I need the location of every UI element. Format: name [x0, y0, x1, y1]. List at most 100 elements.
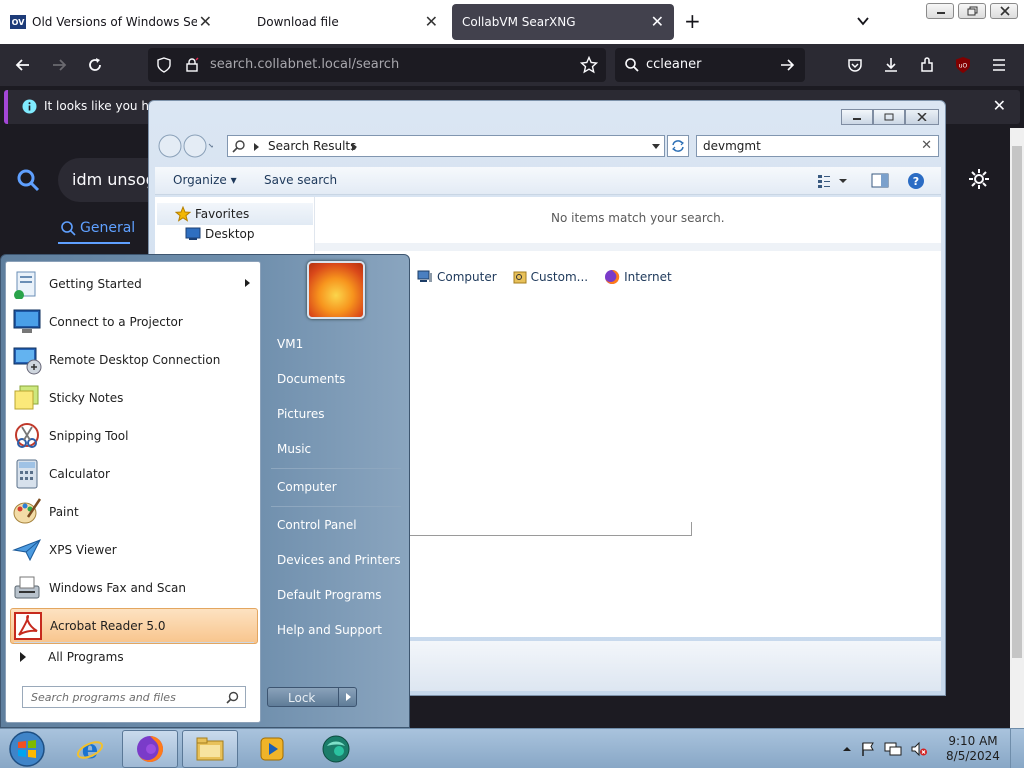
svg-text:?: ? [913, 175, 919, 188]
program-calculator[interactable]: Calculator [10, 456, 258, 492]
browser-tab-bar: OV Old Versions of Windows Secur ✕ Downl… [0, 0, 1024, 44]
maximize-button[interactable] [873, 109, 905, 125]
back-forward-buttons[interactable] [157, 133, 213, 159]
start-right-documents[interactable]: Documents [277, 372, 345, 386]
view-options-icon[interactable] [817, 173, 847, 189]
window-close-button[interactable] [905, 109, 939, 125]
breadcrumb-arrow-icon[interactable] [352, 143, 358, 151]
tab-old-versions[interactable]: OV Old Versions of Windows Secur ✕ [0, 4, 222, 40]
show-hidden-icons-icon[interactable] [842, 744, 852, 754]
explorer-search-input[interactable]: devmgmt ✕ [696, 135, 939, 157]
submenu-arrow-icon[interactable] [245, 279, 250, 287]
preview-pane-icon[interactable] [871, 173, 889, 189]
program-xps-viewer[interactable]: XPS Viewer [10, 532, 258, 568]
lock-icon[interactable] [184, 57, 200, 73]
start-right-pictures[interactable]: Pictures [277, 407, 325, 421]
program-paint[interactable]: Paint [10, 494, 258, 530]
notification-text: It looks like you hav [44, 99, 164, 113]
user-picture-flower[interactable] [307, 261, 365, 319]
program-label: Getting Started [49, 277, 142, 291]
taskbar-app-globe[interactable] [308, 730, 364, 768]
tab-download-file[interactable]: Download file ✕ [224, 4, 448, 40]
url-bar[interactable]: search.collabnet.local/search [148, 48, 606, 82]
program-snipping-tool[interactable]: Snipping Tool [10, 418, 258, 454]
forward-arrow-icon[interactable] [50, 56, 68, 74]
close-icon[interactable]: ✕ [425, 14, 438, 30]
close-icon[interactable]: ✕ [199, 14, 212, 30]
start-right-control-panel[interactable]: Control Panel [277, 518, 357, 532]
program-remote-desktop[interactable]: Remote Desktop Connection [10, 342, 258, 378]
taskbar-internet-explorer[interactable]: e [62, 730, 118, 768]
ublock-icon[interactable]: uO [954, 56, 972, 74]
page-scrollbar[interactable] [1010, 128, 1024, 730]
save-search-button[interactable]: Save search [264, 173, 337, 187]
restore-button[interactable] [958, 3, 986, 19]
power-options-arrow-icon[interactable] [338, 688, 356, 706]
search-again-custom-label: Custom... [530, 270, 589, 284]
volume-muted-icon[interactable] [910, 741, 928, 757]
search-again-computer[interactable]: Computer [417, 269, 497, 285]
window-close-button[interactable] [990, 3, 1018, 19]
pocket-icon[interactable] [846, 56, 864, 74]
download-icon[interactable] [882, 56, 900, 74]
program-connect-projector[interactable]: Connect to a Projector [10, 304, 258, 340]
search-icon[interactable] [16, 168, 40, 192]
windows-start-orb-icon[interactable] [6, 729, 48, 768]
minimize-button[interactable] [926, 3, 954, 19]
breadcrumb-search-results[interactable]: Search Results [268, 139, 356, 153]
organize-button[interactable]: Organize ▾ [173, 173, 237, 187]
taskbar-firefox[interactable] [122, 730, 178, 768]
help-icon[interactable]: ? [907, 172, 925, 190]
tab-general[interactable]: General [60, 220, 135, 236]
star-bookmark-icon[interactable] [580, 56, 598, 74]
window-controls [841, 109, 939, 125]
nav-item-favorites[interactable]: Favorites [157, 203, 313, 225]
clock[interactable]: 9:10 AM 8/5/2024 [940, 734, 1006, 764]
explorer-address-bar[interactable]: Search Results [227, 135, 665, 157]
search-again-internet[interactable]: Internet [604, 269, 672, 285]
show-desktop-button[interactable] [1010, 729, 1024, 768]
shield-icon[interactable] [156, 57, 172, 73]
search-again-custom[interactable]: Custom... [513, 269, 588, 285]
breadcrumb-arrow-icon[interactable] [254, 143, 260, 151]
start-right-devices-printers[interactable]: Devices and Printers [277, 553, 401, 567]
program-sticky-notes[interactable]: Sticky Notes [10, 380, 258, 416]
action-center-flag-icon[interactable] [860, 741, 876, 757]
scrollbar-thumb[interactable] [1012, 146, 1022, 658]
start-search-box[interactable] [22, 686, 246, 708]
start-right-music[interactable]: Music [277, 442, 311, 456]
start-search-input[interactable] [23, 687, 223, 707]
browser-search-bar[interactable]: ccleaner [615, 48, 805, 82]
start-right-help-support[interactable]: Help and Support [277, 623, 382, 637]
start-right-default-programs[interactable]: Default Programs [277, 588, 382, 602]
close-icon[interactable]: ✕ [993, 96, 1006, 115]
taskbar-explorer[interactable] [182, 730, 238, 768]
go-arrow-icon[interactable] [779, 57, 795, 73]
program-getting-started[interactable]: Getting Started [10, 266, 258, 302]
tab-collabvm-searxng[interactable]: CollabVM SearXNG ✕ [452, 4, 674, 40]
reload-icon[interactable] [86, 56, 104, 74]
url-text: search.collabnet.local/search [210, 57, 400, 72]
search-again-internet-label: Internet [624, 270, 672, 284]
chevron-down-icon[interactable] [856, 14, 870, 28]
new-tab-plus-icon[interactable]: + [684, 10, 701, 32]
start-right-user[interactable]: VM1 [277, 337, 303, 351]
search-icon[interactable] [226, 691, 239, 704]
program-acrobat-reader[interactable]: Acrobat Reader 5.0 [10, 608, 258, 644]
gear-icon[interactable] [968, 168, 990, 190]
program-fax-scan[interactable]: Windows Fax and Scan [10, 570, 258, 606]
clear-search-icon[interactable]: ✕ [921, 138, 932, 153]
minimize-button[interactable] [841, 109, 873, 125]
start-right-computer[interactable]: Computer [277, 480, 337, 494]
all-programs-button[interactable]: All Programs [20, 650, 124, 664]
refresh-button[interactable] [667, 135, 689, 157]
close-icon[interactable]: ✕ [651, 14, 664, 30]
taskbar-media-player[interactable] [244, 730, 300, 768]
extensions-icon[interactable] [918, 56, 936, 74]
xps-viewer-icon [10, 534, 44, 566]
hamburger-menu-icon[interactable] [990, 56, 1008, 74]
back-arrow-icon[interactable] [14, 56, 32, 74]
chevron-down-icon[interactable] [652, 144, 660, 150]
network-icon[interactable] [884, 741, 902, 757]
lock-button[interactable]: Lock [267, 687, 357, 707]
